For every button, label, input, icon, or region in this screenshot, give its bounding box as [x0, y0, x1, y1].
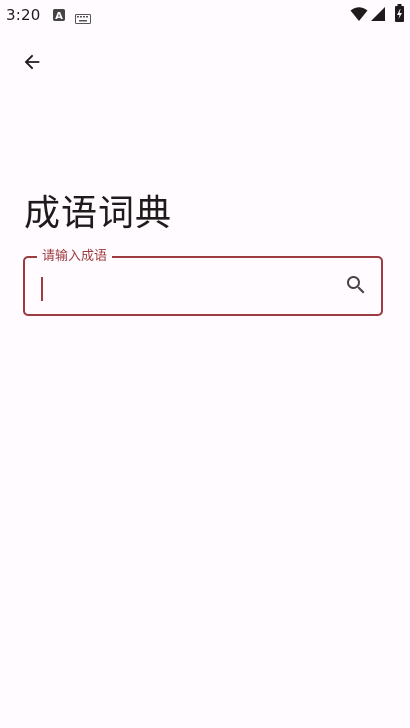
arrow-back-icon: [21, 51, 43, 77]
battery-icon: [395, 4, 404, 26]
search-button[interactable]: [341, 272, 371, 302]
notification-a-icon: A: [52, 7, 66, 26]
search-field-label: 请输入成语: [37, 248, 113, 266]
signal-icon: [370, 6, 386, 26]
keyboard-icon: [75, 9, 91, 28]
back-button[interactable]: [12, 44, 52, 84]
page-title: 成语词典: [24, 193, 173, 235]
status-time: 3:20: [6, 6, 41, 24]
idiom-search-field[interactable]: 请输入成语: [23, 248, 383, 316]
idiom-search-input[interactable]: [39, 272, 333, 304]
text-cursor: [41, 277, 43, 301]
wifi-icon: [350, 6, 368, 26]
search-icon: [344, 273, 368, 301]
svg-text:A: A: [55, 11, 63, 22]
status-bar: 3:20 A: [0, 0, 410, 30]
